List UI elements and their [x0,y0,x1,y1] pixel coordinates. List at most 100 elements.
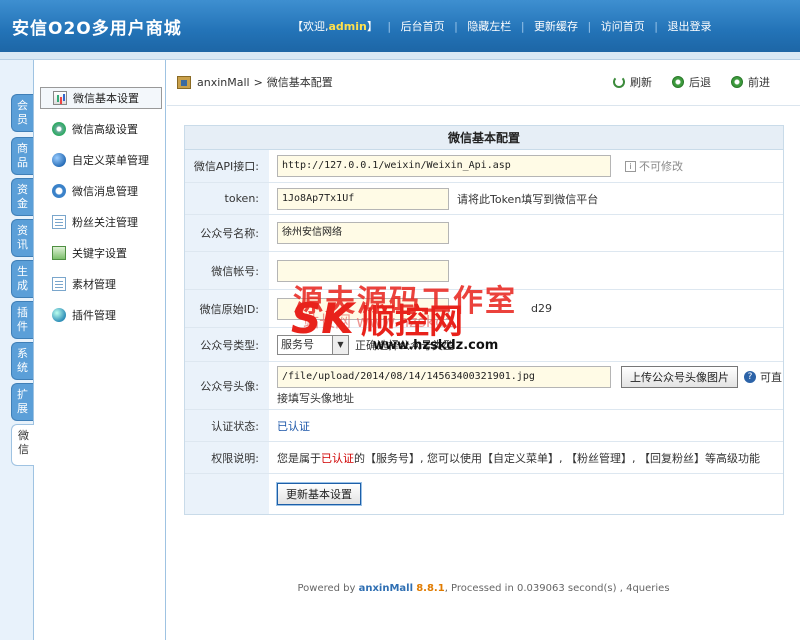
page-icon [52,277,66,291]
sidebar-item-wechat-advanced[interactable]: 微信高级设置 [40,118,162,140]
breadcrumb-bar: anxinMall > 微信基本配置 刷新 后退 前进 [167,60,800,106]
page-actions: 刷新 后退 前进 [593,74,770,90]
key-icon [52,246,66,260]
sidebar-item-label: 微信高级设置 [72,123,138,136]
row-token: token: 1Jo8Ap7Tx1Uf 请将此Token填写到微信平台 [185,183,783,215]
row-original-id: 微信原始ID: d29 [185,290,783,328]
type-label: 公众号类型: [185,328,269,361]
original-id-note: d29 [531,302,552,315]
footer: Powered by anxinMall 8.8.1, Processed in… [167,583,800,594]
row-account: 微信帐号: [185,252,783,290]
footer-version: 8.8.1 [416,583,445,594]
sidebar: 微信基本设置 微信高级设置 自定义菜单管理 微信消息管理 粉丝关注管理 关键字设… [34,60,166,640]
top-nav: 【欢迎,admin】 | 后台首页 | 隐藏左栏 | 更新缓存 | 访问首页 |… [292,18,711,34]
tab-system[interactable]: 系 统 [11,342,33,380]
nav-separator: | [387,20,392,33]
form-title: 微信基本配置 [185,126,783,150]
breadcrumb-current: 微信基本配置 [266,76,333,89]
forward-label: 前进 [748,76,770,89]
sidebar-item-followers[interactable]: 粉丝关注管理 [40,211,162,233]
nav-visit-home[interactable]: 访问首页 [601,20,645,33]
welcome-prefix: 【欢迎, [292,20,329,33]
forward-icon [731,76,743,88]
api-note: i 不可修改 [625,158,683,174]
original-id-field[interactable] [277,297,449,320]
tab-funds[interactable]: 资 金 [11,178,33,216]
refresh-icon [613,76,625,88]
nav-logout[interactable]: 退出登录 [667,20,711,33]
sidebar-item-label: 粉丝关注管理 [72,216,138,229]
row-permissions: 权限说明: 您是属于 已认证 的【服务号】, 您可以使用【自定义菜单】, 【粉丝… [185,442,783,474]
row-submit: 更新基本设置 [185,474,783,514]
tab-news[interactable]: 资 讯 [11,219,33,257]
account-type-value: 服务号 [281,337,314,351]
sidebar-item-plugins[interactable]: 插件管理 [40,304,162,326]
footer-suffix: , Processed in 0.039063 second(s) , 4que… [444,583,670,594]
type-note: 正确选择公众号类型 [355,338,454,352]
perm-text-b: 的【服务号】, 您可以使用【自定义菜单】, 【粉丝管理】, 【回复粉丝】等高级功… [354,451,760,465]
refresh-button[interactable]: 刷新 [613,74,652,90]
forward-button[interactable]: 前进 [731,74,770,90]
name-label: 公众号名称: [185,215,269,251]
nav-hide-sidebar[interactable]: 隐藏左栏 [467,20,511,33]
wechat-config-form: 微信基本配置 微信API接口: http://127.0.0.1/weixin/… [184,125,784,515]
header-subbar [0,52,800,60]
home-icon [177,75,191,89]
avatar-path-field[interactable]: /file/upload/2014/08/14/14563400321901.j… [277,365,611,388]
update-settings-button[interactable]: 更新基本设置 [276,482,362,506]
perm-label: 权限说明: [185,442,269,473]
nav-admin-home[interactable]: 后台首页 [401,20,445,33]
sidebar-item-wechat-basic[interactable]: 微信基本设置 [40,87,162,109]
sidebar-item-label: 微信基本设置 [73,92,139,105]
account-name-field[interactable]: 徐州安信网络 [277,222,449,244]
sidebar-item-messages[interactable]: 微信消息管理 [40,180,162,202]
page-icon [52,215,66,229]
breadcrumb: anxinMall > 微信基本配置 [177,74,333,90]
token-label: token: [185,183,269,214]
tab-member[interactable]: 会 员 [11,94,33,132]
tab-generate[interactable]: 生 成 [11,260,33,298]
perm-text-verified: 已认证 [321,451,354,465]
nav-separator: | [587,20,592,33]
submit-label-cell [185,474,269,514]
globe-icon [52,153,66,167]
nav-separator: | [454,20,458,33]
token-field[interactable]: 1Jo8Ap7Tx1Uf [277,187,449,210]
nav-update-cache[interactable]: 更新缓存 [534,20,578,33]
api-label: 微信API接口: [185,150,269,182]
upload-avatar-button[interactable]: 上传公众号头像图片 [621,365,738,388]
tab-goods[interactable]: 商 品 [11,137,33,175]
tab-wechat[interactable]: 微 信 [11,424,35,466]
sidebar-item-keywords[interactable]: 关键字设置 [40,242,162,264]
globe-icon [52,308,66,322]
row-name: 公众号名称: 徐州安信网络 [185,215,783,252]
footer-prefix: Powered by [297,583,359,594]
account-label: 微信帐号: [185,252,269,289]
help-icon[interactable]: ? [744,370,756,383]
vertical-tabs: 会 员 商 品 资 金 资 讯 生 成 插 件 系 统 扩 展 微 信 [0,60,35,640]
tab-plugin[interactable]: 插 件 [11,301,33,339]
row-type: 公众号类型: 服务号 ▼ 正确选择公众号类型 [185,328,783,362]
footer-brand[interactable]: anxinMall [359,583,413,594]
sidebar-item-materials[interactable]: 素材管理 [40,273,162,295]
gear-icon [52,122,66,136]
account-type-select[interactable]: 服务号 ▼ [277,334,349,355]
breadcrumb-root[interactable]: anxinMall [197,76,250,89]
back-label: 后退 [689,76,711,89]
wechat-account-field[interactable] [277,259,449,282]
sidebar-item-label: 微信消息管理 [72,185,138,198]
info-icon: i [625,160,636,172]
message-icon [52,184,66,198]
token-note: 请将此Token填写到微信平台 [457,192,599,206]
avatar-note-a: 可直 [760,370,782,384]
sidebar-item-label: 关键字设置 [72,247,127,260]
back-button[interactable]: 后退 [672,74,711,90]
avatar-note-b: 接填写头像地址 [277,391,354,405]
sidebar-item-custom-menu[interactable]: 自定义菜单管理 [40,149,162,171]
row-avatar: 公众号头像: /file/upload/2014/08/14/145634003… [185,362,783,410]
username: admin [328,20,367,33]
main-content: anxinMall > 微信基本配置 刷新 后退 前进 微信基本配置 微信API… [167,60,800,640]
tab-extend[interactable]: 扩 展 [11,383,33,421]
api-url-field[interactable]: http://127.0.0.1/weixin/Weixin_Api.asp [277,155,611,177]
refresh-label: 刷新 [630,76,652,89]
